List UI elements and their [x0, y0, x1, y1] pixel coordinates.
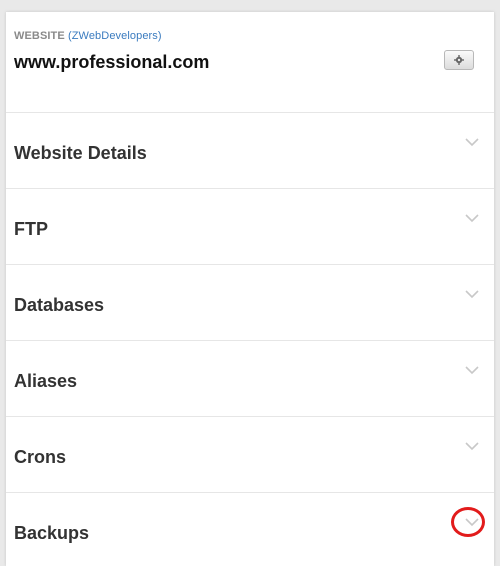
accordion-label: Crons — [14, 447, 67, 467]
accordion-item-backups[interactable]: Backups — [6, 493, 494, 566]
accordion-item-website-details[interactable]: Website Details — [6, 113, 494, 189]
chevron-down-icon[interactable] — [464, 289, 480, 299]
chevron-down-icon[interactable] — [464, 441, 480, 451]
accordion-item-crons[interactable]: Crons — [6, 417, 494, 493]
settings-button[interactable] — [444, 50, 474, 70]
owner-open-paren: ( — [64, 30, 72, 42]
eyebrow-label: WEBSITE — [14, 30, 65, 42]
chevron-down-icon[interactable] — [464, 137, 480, 147]
owner-link[interactable]: ZWebDevelopers — [72, 30, 158, 42]
accordion-item-databases[interactable]: Databases — [6, 265, 494, 341]
website-eyebrow: WEBSITE (ZWebDevelopers) — [14, 30, 162, 42]
gear-icon — [454, 55, 464, 65]
website-header: WEBSITE (ZWebDevelopers) www.professiona… — [6, 12, 494, 113]
accordion-label: FTP — [14, 219, 48, 239]
website-panel: WEBSITE (ZWebDevelopers) www.professiona… — [6, 12, 494, 566]
chevron-down-icon[interactable] — [464, 365, 480, 375]
owner-close-paren: ) — [157, 30, 162, 42]
accordion-label: Aliases — [14, 371, 78, 391]
accordion-label: Backups — [14, 523, 90, 543]
chevron-down-icon[interactable] — [464, 213, 480, 223]
accordion-item-aliases[interactable]: Aliases — [6, 341, 494, 417]
chevron-down-icon[interactable] — [464, 517, 480, 527]
accordion-label: Website Details — [14, 143, 147, 163]
accordion-label: Databases — [14, 295, 105, 315]
site-title: www.professional.com — [14, 52, 210, 72]
accordion-item-ftp[interactable]: FTP — [6, 189, 494, 265]
